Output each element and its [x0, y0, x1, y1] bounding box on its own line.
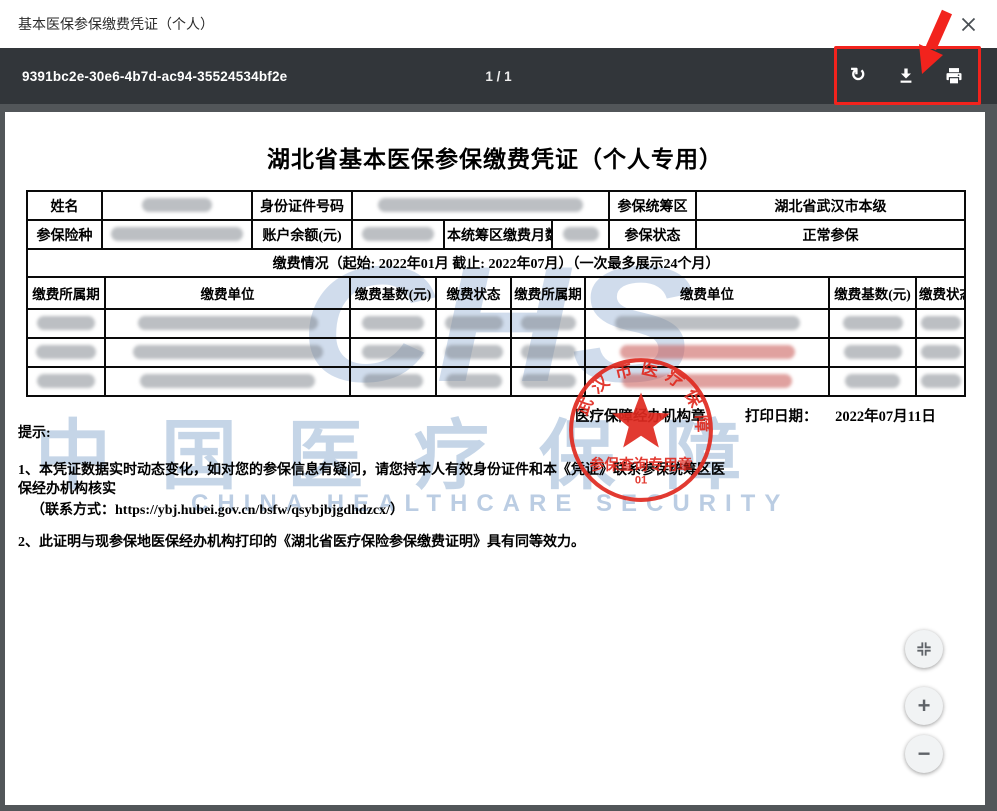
redacted-cell	[27, 309, 105, 338]
redacted-cell	[105, 367, 350, 396]
status-value: 正常参保	[696, 220, 965, 249]
official-stamp: 武汉市医疗保障局 参保查询专用章 01	[565, 352, 717, 504]
redacted-cell	[436, 367, 511, 396]
payment-history-table: 缴费情况（起始: 2022年01月 截止: 2022年07月）（一次最多展示24…	[26, 248, 966, 397]
redacted-cell	[350, 367, 436, 396]
redacted-months	[552, 220, 609, 249]
pdf-toolbar: 9391bc2e-30e6-4b7d-ac94-35524534bf2e 1 /…	[0, 48, 997, 104]
col-header: 缴费基数(元)	[350, 277, 436, 309]
region-label: 参保统筹区	[609, 191, 696, 220]
tips-line-2: 2、此证明与现参保地医保经办机构打印的《湖北省医疗保险参保缴费证明》具有同等效力…	[18, 533, 738, 552]
type-label: 参保险种	[27, 220, 102, 249]
table-row	[27, 338, 965, 367]
id-label: 身份证件号码	[252, 191, 352, 220]
redacted-cell	[436, 338, 511, 367]
table-row	[27, 309, 965, 338]
col-header: 缴费所属期	[27, 277, 105, 309]
redacted-cell	[350, 309, 436, 338]
modal-header: 基本医保参保缴费凭证（个人）	[0, 0, 997, 48]
zoom-out-button[interactable]: −	[905, 735, 943, 773]
insured-info-table: 姓名 身份证件号码 参保统筹区 湖北省武汉市本级 参保险种 账户余额(元) 本统…	[26, 190, 966, 250]
region-value: 湖北省武汉市本级	[696, 191, 965, 220]
print-date-value: 2022年07月11日	[835, 409, 936, 425]
certificate-title: 湖北省基本医保参保缴费凭证（个人专用）	[5, 140, 985, 174]
redacted-cell	[829, 309, 916, 338]
print-button[interactable]	[943, 65, 965, 87]
redacted-cell	[105, 338, 350, 367]
minus-icon: −	[918, 743, 931, 765]
close-icon	[961, 17, 976, 32]
months-label: 本统筹区缴费月数	[444, 220, 552, 249]
document-id: 9391bc2e-30e6-4b7d-ac94-35524534bf2e	[22, 69, 287, 84]
col-header: 缴费所属期	[511, 277, 585, 309]
rotate-button[interactable]: ↻	[847, 65, 869, 87]
toolbar-icons: ↻	[847, 65, 965, 87]
redacted-cell	[350, 338, 436, 367]
print-date-label: 打印日期：	[745, 409, 818, 425]
table-row	[27, 367, 965, 396]
col-header: 缴费状态	[436, 277, 511, 309]
redacted-cell	[585, 309, 829, 338]
redacted-cell	[916, 338, 965, 367]
table-header-row: 缴费所属期 缴费单位 缴费基数(元) 缴费状态 缴费所属期 缴费单位 缴费基数(…	[27, 277, 965, 309]
col-header: 缴费状态	[916, 277, 965, 309]
table-row: 姓名 身份证件号码 参保统筹区 湖北省武汉市本级	[27, 191, 965, 220]
table-caption-row: 缴费情况（起始: 2022年01月 截止: 2022年07月）（一次最多展示24…	[27, 249, 965, 277]
download-button[interactable]	[895, 65, 917, 87]
name-label: 姓名	[27, 191, 102, 220]
payment-caption: 缴费情况（起始: 2022年01月 截止: 2022年07月）（一次最多展示24…	[27, 249, 965, 277]
download-icon	[896, 66, 916, 86]
redacted-name	[102, 191, 252, 220]
redacted-balance	[352, 220, 444, 249]
pdf-page: CHS 中国医疗保障 CHINA HEALTHCARE SECURITY 湖北省…	[5, 112, 985, 805]
redacted-id	[352, 191, 609, 220]
rotate-icon: ↻	[850, 66, 866, 85]
star-icon	[612, 393, 670, 448]
fit-to-page-icon	[914, 639, 934, 659]
status-label: 参保状态	[609, 220, 696, 249]
fit-to-page-button[interactable]	[905, 630, 943, 668]
redacted-cell	[27, 338, 105, 367]
col-header: 缴费基数(元)	[829, 277, 916, 309]
print-date: 打印日期： 2022年07月11日	[745, 405, 936, 426]
redacted-cell	[436, 309, 511, 338]
redacted-cell	[916, 367, 965, 396]
table-row: 参保险种 账户余额(元) 本统筹区缴费月数 参保状态 正常参保	[27, 220, 965, 249]
balance-label: 账户余额(元)	[252, 220, 352, 249]
redacted-cell	[829, 338, 916, 367]
redacted-cell	[511, 309, 585, 338]
redacted-cell	[829, 367, 916, 396]
redacted-cell	[916, 309, 965, 338]
redacted-type	[102, 220, 252, 249]
zoom-in-button[interactable]: +	[905, 687, 943, 725]
col-header: 缴费单位	[105, 277, 350, 309]
stamp-number: 01	[635, 475, 647, 487]
print-icon	[944, 66, 964, 86]
stamp-center-text: 参保查询专用章	[590, 456, 693, 474]
close-button[interactable]	[953, 9, 983, 39]
redacted-cell	[105, 309, 350, 338]
redacted-cell	[27, 367, 105, 396]
modal-title: 基本医保参保缴费凭证（个人）	[18, 14, 214, 34]
plus-icon: +	[918, 695, 931, 717]
pdf-viewer-area[interactable]: CHS 中国医疗保障 CHINA HEALTHCARE SECURITY 湖北省…	[0, 104, 997, 811]
col-header: 缴费单位	[585, 277, 829, 309]
